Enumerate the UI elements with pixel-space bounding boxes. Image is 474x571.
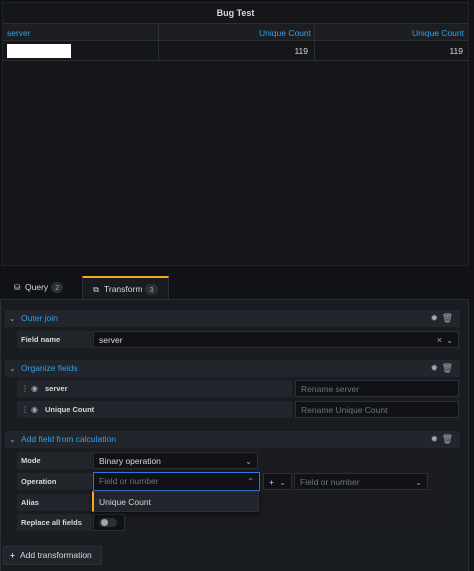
chevron-down-icon[interactable]: ⌄ [446, 332, 453, 349]
unique-count-cell-1: 119 [294, 46, 308, 56]
trash-icon[interactable]: 🗑 [442, 431, 453, 448]
add-field-title: Add field from calculation [21, 434, 116, 444]
organize-field-name: server [45, 384, 68, 393]
chevron-down-icon[interactable]: ⌄ [245, 453, 252, 470]
mode-select[interactable]: Binary operation ⌄ [93, 452, 258, 469]
operator-select[interactable]: + ⌄ [263, 473, 292, 490]
chevron-down-icon[interactable]: ⌄ [9, 360, 16, 377]
eye-icon[interactable]: ◉ [31, 401, 38, 418]
trash-icon[interactable]: 🗑 [442, 360, 453, 377]
replace-all-fields-label: Replace all fields [17, 514, 92, 531]
add-transformation-button[interactable]: + Add transformation [3, 546, 102, 565]
organize-field-row[interactable]: ⋮ ◉ Unique Count [17, 401, 292, 418]
dropdown-option-unique-count[interactable]: Unique Count [99, 492, 151, 512]
chevron-down-icon[interactable]: ⌄ [9, 431, 16, 448]
organize-field-row[interactable]: ⋮ ◉ server [17, 380, 292, 397]
column-header-unique-count-2[interactable]: Unique Count [412, 24, 464, 42]
rename-unique-count-input[interactable]: Rename Unique Count [295, 401, 459, 418]
chevron-down-icon[interactable]: ⌄ [415, 474, 422, 491]
left-operand-placeholder: Field or number [99, 476, 159, 486]
debug-icon[interactable]: ✹ [430, 310, 438, 327]
organize-fields-title: Organize fields [21, 363, 78, 373]
drag-handle-icon[interactable]: ⋮ [21, 401, 29, 418]
column-divider [158, 41, 159, 61]
operand-dropdown-menu: Unique Count [92, 491, 259, 512]
database-icon: ⛁ [13, 283, 21, 292]
column-divider [158, 24, 159, 42]
tab-transform[interactable]: ⧉ Transform 3 [82, 276, 169, 299]
chevron-down-icon[interactable]: ⌄ [9, 310, 16, 327]
trash-icon[interactable]: 🗑 [442, 310, 453, 327]
organize-fields-body: ⋮ ◉ server Rename server ⋮ ◉ Unique Coun… [5, 377, 460, 424]
unique-count-cell-2: 119 [449, 46, 463, 56]
panel: Bug Test server Unique Count Unique Coun… [2, 2, 469, 266]
rename-server-input[interactable]: Rename server [295, 380, 459, 397]
chevron-up-icon[interactable]: ⌃ [247, 473, 254, 490]
mode-label: Mode [17, 452, 92, 469]
server-cell [7, 44, 71, 58]
left-operand-select[interactable]: Field or number ⌃ [93, 472, 260, 491]
column-divider [314, 24, 315, 42]
field-name-label: Field name [17, 331, 92, 348]
alias-label: Alias [17, 494, 92, 511]
right-operand-select[interactable]: Field or number ⌄ [294, 473, 428, 490]
tab-query-count: 2 [51, 282, 64, 293]
plus-icon: + [10, 550, 15, 560]
debug-icon[interactable]: ✹ [430, 431, 438, 448]
transform-icon: ⧉ [93, 285, 99, 294]
right-operand-placeholder: Field or number [300, 477, 360, 487]
column-header-unique-count-1[interactable]: Unique Count [259, 24, 311, 42]
outer-join-title: Outer join [21, 313, 58, 323]
tab-query-label: Query [25, 282, 49, 292]
add-transformation-label: Add transformation [19, 550, 92, 560]
tab-transform-count: 3 [145, 284, 158, 295]
outer-join-header[interactable]: ⌄ Outer join ✹ 🗑 [5, 310, 460, 327]
eye-icon[interactable]: ◉ [31, 380, 38, 397]
debug-icon[interactable]: ✹ [430, 360, 438, 377]
column-divider [314, 41, 315, 61]
panel-title[interactable]: Bug Test [3, 8, 468, 18]
operator-value: + [269, 477, 274, 487]
editor-tabs: ⛁ Query 2 ⧉ Transform 3 [0, 276, 474, 299]
column-header-server[interactable]: server [7, 24, 31, 42]
outer-join-body: Field name server × ⌄ [5, 327, 460, 352]
table-row: 119 119 [3, 41, 468, 61]
clear-icon[interactable]: × [437, 332, 442, 349]
drag-handle-icon[interactable]: ⋮ [21, 380, 29, 397]
toggle-knob [101, 519, 108, 526]
replace-all-fields-container [93, 514, 125, 531]
tab-transform-label: Transform [104, 284, 143, 294]
organize-fields-header[interactable]: ⌄ Organize fields ✹ 🗑 [5, 360, 460, 377]
organize-field-name: Unique Count [45, 405, 95, 414]
operation-label: Operation [17, 473, 92, 490]
field-name-value: server [99, 335, 123, 345]
replace-all-fields-toggle[interactable] [99, 518, 117, 527]
mode-value: Binary operation [99, 456, 161, 466]
tab-query[interactable]: ⛁ Query 2 [4, 276, 74, 299]
add-field-header[interactable]: ⌄ Add field from calculation ✹ 🗑 [5, 431, 460, 448]
table-header: server Unique Count Unique Count [3, 23, 468, 42]
transform-editor: ⌄ Outer join ✹ 🗑 Field name server × ⌄ ⌄… [0, 299, 469, 571]
chevron-down-icon[interactable]: ⌄ [279, 474, 286, 491]
field-name-select[interactable]: server × ⌄ [93, 331, 459, 348]
